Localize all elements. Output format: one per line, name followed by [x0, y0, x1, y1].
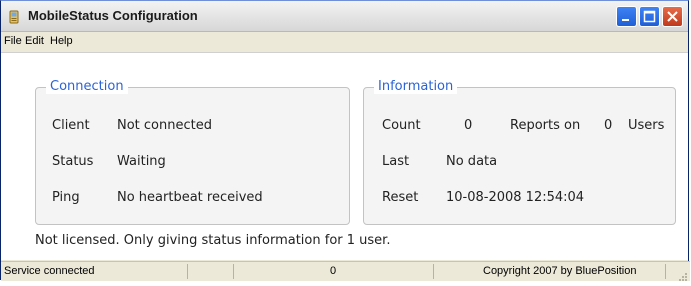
menu-help[interactable]: Help [50, 35, 73, 47]
license-notice: Not licensed. Only giving status informa… [35, 233, 391, 248]
connection-group: Connection Client Not connected Status W… [35, 79, 350, 225]
app-icon [7, 9, 21, 24]
menu-file[interactable]: File [4, 35, 22, 47]
resize-grip-icon[interactable] [677, 267, 688, 281]
status-service: Service connected [4, 265, 95, 277]
status-value: Waiting [117, 154, 166, 169]
information-group: Information Count 0 Reports on 0 Users L… [363, 79, 676, 225]
reset-value: 10-08-2008 12:54:04 [446, 190, 585, 205]
close-icon [667, 11, 678, 22]
status-separator [233, 264, 234, 279]
title-bar[interactable]: MobileStatus Configuration [1, 1, 688, 32]
menu-bar: File Edit Help [1, 32, 688, 51]
reports-value: 0 [604, 118, 613, 133]
client-value: Not connected [117, 118, 212, 133]
status-copyright: Copyright 2007 by BluePosition [483, 265, 637, 277]
client-label: Client [52, 118, 90, 133]
status-separator [665, 264, 666, 279]
status-label: Status [52, 154, 94, 169]
ping-value: No heartbeat received [117, 190, 263, 205]
status-count: 0 [330, 265, 337, 277]
close-button[interactable] [662, 6, 683, 27]
information-group-title: Information [374, 79, 458, 94]
reset-label: Reset [382, 190, 419, 205]
connection-group-title: Connection [46, 79, 128, 94]
status-separator [187, 264, 188, 279]
status-separator [433, 264, 434, 279]
count-label: Count [382, 118, 421, 133]
menu-edit[interactable]: Edit [25, 35, 44, 47]
maximize-icon [643, 10, 656, 23]
ping-label: Ping [52, 190, 80, 205]
reports-label: Reports on [510, 118, 581, 133]
window-title: MobileStatus Configuration [28, 8, 198, 23]
last-value: No data [446, 154, 498, 169]
last-label: Last [382, 154, 410, 169]
users-label: Users [628, 118, 665, 133]
maximize-button[interactable] [639, 6, 660, 27]
main-panel: Connection Client Not connected Status W… [1, 52, 688, 260]
minimize-icon [622, 19, 629, 21]
app-window: MobileStatus Configuration File Edit Hel… [0, 0, 690, 281]
status-bar: Service connected 0 Copyright 2007 by Bl… [1, 261, 690, 281]
count-value: 0 [464, 118, 473, 133]
minimize-button[interactable] [616, 6, 637, 27]
